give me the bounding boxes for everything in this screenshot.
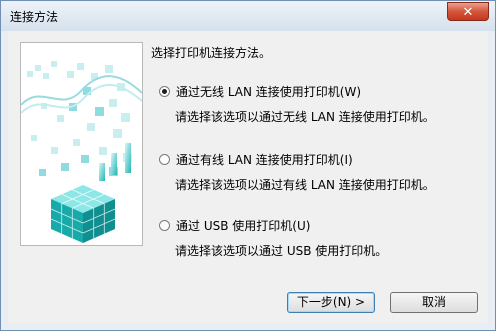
title-bar[interactable]: 连接方法 ✕	[1, 1, 495, 31]
option-usb[interactable]: 通过 USB 使用打印机(U)	[159, 217, 310, 234]
dialog-window: 连接方法 ✕ 选择打印机连接方法。 通过无线 LAN 连接使用打印机(W) 请选…	[0, 0, 496, 331]
option-label[interactable]: 通过无线 LAN 连接使用打印机(W)	[176, 83, 361, 100]
option-description: 请选择该选项以通过 USB 使用打印机。	[175, 244, 388, 258]
radio-usb[interactable]	[159, 220, 170, 231]
option-label[interactable]: 通过 USB 使用打印机(U)	[176, 217, 310, 234]
close-icon: ✕	[462, 5, 474, 20]
cube-artwork-icon	[21, 61, 142, 243]
option-wireless-lan[interactable]: 通过无线 LAN 连接使用打印机(W)	[159, 83, 361, 100]
option-description: 请选择该选项以通过有线 LAN 连接使用打印机。	[175, 178, 435, 192]
dialog-body: 选择打印机连接方法。 通过无线 LAN 连接使用打印机(W) 请选择该选项以通过…	[8, 31, 488, 323]
option-label[interactable]: 通过有线 LAN 连接使用打印机(I)	[176, 151, 353, 168]
window-title: 连接方法	[10, 10, 59, 24]
next-button[interactable]: 下一步(N) >	[287, 292, 375, 313]
radio-wireless-lan[interactable]	[159, 86, 170, 97]
connection-illustration	[20, 42, 143, 246]
close-button[interactable]: ✕	[447, 2, 489, 21]
radio-wired-lan[interactable]	[159, 154, 170, 165]
option-wired-lan[interactable]: 通过有线 LAN 连接使用打印机(I)	[159, 151, 353, 168]
option-description: 请选择该选项以通过无线 LAN 连接使用打印机。	[175, 110, 435, 124]
cancel-button[interactable]: 取消	[390, 292, 478, 313]
connection-prompt: 选择打印机连接方法。	[151, 46, 272, 60]
